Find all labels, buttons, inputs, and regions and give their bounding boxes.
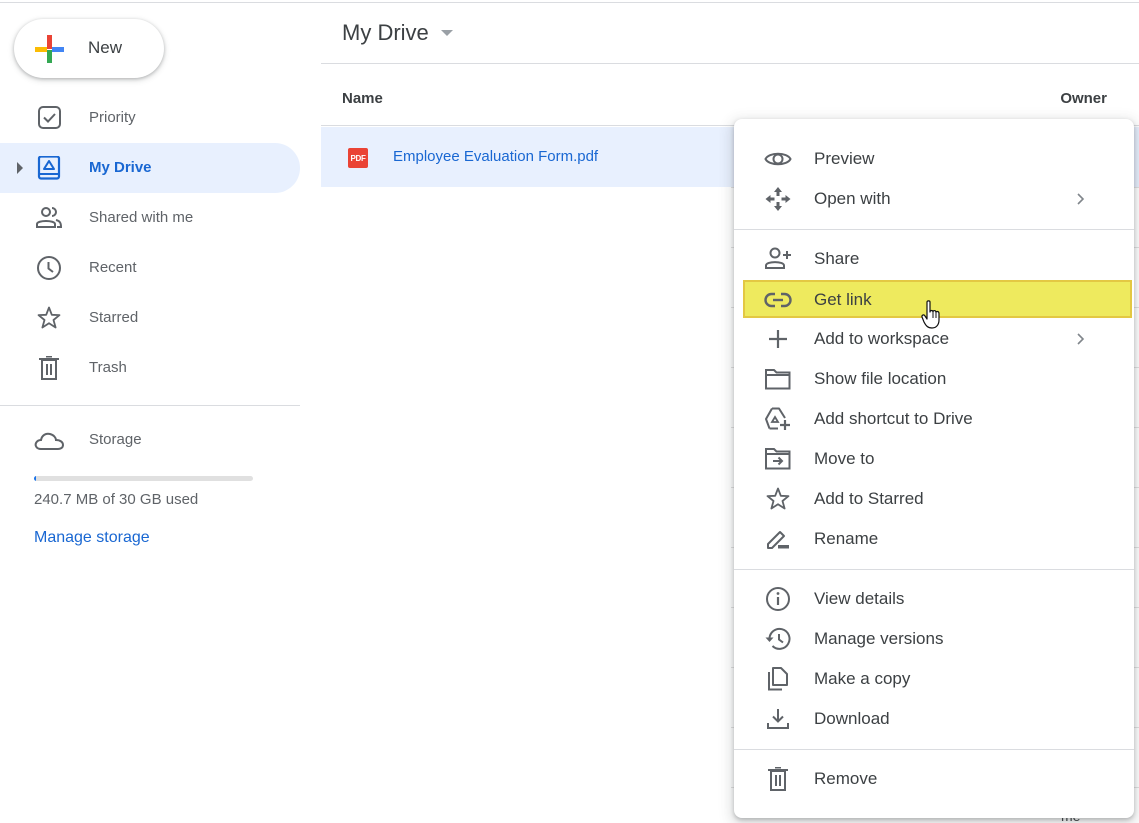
drive-shortcut-icon <box>765 407 790 430</box>
sidebar-divider <box>0 405 300 406</box>
trash-icon <box>39 356 59 380</box>
sidebar-item-my-drive[interactable]: My Drive <box>0 143 300 193</box>
column-header-name[interactable]: Name <box>342 90 383 107</box>
title-divider <box>321 63 1139 64</box>
star-icon <box>37 306 61 329</box>
menu-item-add-to-starred[interactable]: Add to Starred <box>734 479 1134 519</box>
link-icon <box>764 292 792 308</box>
menu-item-add-to-workspace[interactable]: Add to workspace <box>734 319 1134 359</box>
menu-item-rename[interactable]: Rename <box>734 519 1134 559</box>
storage-usage-bar <box>34 476 253 481</box>
shared-people-icon <box>36 207 63 228</box>
menu-item-label: Share <box>814 249 860 268</box>
menu-item-label: Manage versions <box>814 629 944 648</box>
menu-item-label: View details <box>814 589 905 608</box>
sidebar-item-label: Recent <box>89 259 137 276</box>
menu-divider <box>734 749 1134 750</box>
my-drive-title-dropdown[interactable]: My Drive <box>342 20 453 46</box>
sidebar-item-priority[interactable]: Priority <box>0 93 300 143</box>
menu-item-label: Move to <box>814 449 875 468</box>
history-icon <box>765 627 791 650</box>
menu-item-view-details[interactable]: View details <box>734 579 1134 619</box>
pdf-file-icon: PDF <box>348 148 368 168</box>
menu-item-label: Add to Starred <box>814 489 924 508</box>
sidebar-item-label: Trash <box>89 359 127 376</box>
sidebar-item-label: My Drive <box>89 159 152 176</box>
menu-item-label: Remove <box>814 769 878 788</box>
sidebar-nav: Priority My Drive Shared with me Recent … <box>0 93 300 393</box>
storage-usage-text: 240.7 MB of 30 GB used <box>34 491 199 508</box>
menu-item-manage-versions[interactable]: Manage versions <box>734 619 1134 659</box>
new-button[interactable]: New <box>14 19 164 78</box>
chevron-right-icon <box>1077 193 1085 205</box>
sidebar-item-label: Starred <box>89 309 139 326</box>
menu-item-preview[interactable]: Preview <box>734 139 1134 179</box>
sidebar-item-trash[interactable]: Trash <box>0 343 300 393</box>
menu-item-label: Add to workspace <box>814 329 950 348</box>
move-to-folder-icon <box>765 448 791 470</box>
sidebar-item-shared-with-me[interactable]: Shared with me <box>0 193 300 243</box>
menu-item-move-to[interactable]: Move to <box>734 439 1134 479</box>
sidebar-item-starred[interactable]: Starred <box>0 293 300 343</box>
menu-item-label: Add shortcut to Drive <box>814 409 973 428</box>
sidebar-item-storage[interactable]: Storage <box>0 420 300 460</box>
person-add-icon <box>765 247 791 269</box>
my-drive-icon <box>37 156 61 180</box>
storage-usage-fill <box>34 476 36 481</box>
page-title: My Drive <box>342 20 429 45</box>
menu-item-label: Preview <box>814 149 875 168</box>
chevron-right-icon <box>1077 333 1085 345</box>
eye-icon <box>764 152 792 166</box>
menu-item-add-shortcut[interactable]: Add shortcut to Drive <box>734 399 1134 439</box>
menu-divider <box>734 569 1134 570</box>
menu-item-open-with[interactable]: Open with <box>734 179 1134 219</box>
file-name: Employee Evaluation Form.pdf <box>393 148 599 165</box>
storage-label: Storage <box>89 431 142 448</box>
new-button-label: New <box>88 38 123 57</box>
star-icon <box>766 487 790 510</box>
menu-item-share[interactable]: Share <box>734 239 1134 279</box>
trash-icon <box>768 767 788 791</box>
menu-item-label: Open with <box>814 189 891 208</box>
open-with-arrows-icon <box>765 187 791 211</box>
column-header-owner[interactable]: Owner <box>1060 90 1107 107</box>
pencil-icon <box>767 531 789 549</box>
sidebar-item-recent[interactable]: Recent <box>0 243 300 293</box>
sidebar-item-label: Shared with me <box>89 209 194 226</box>
menu-item-label: Show file location <box>814 369 947 388</box>
copy-icon <box>768 667 788 691</box>
menu-divider <box>734 229 1134 230</box>
clock-icon <box>37 256 61 280</box>
menu-item-get-link[interactable]: Get link <box>743 280 1132 318</box>
google-drive-app: New Priority My Drive Shared with me Rec… <box>0 0 1139 823</box>
sidebar: New Priority My Drive Shared with me Rec… <box>0 0 300 823</box>
download-icon <box>767 709 789 729</box>
manage-storage-link[interactable]: Manage storage <box>34 529 150 547</box>
menu-item-label: Download <box>814 709 890 728</box>
dropdown-caret-icon <box>440 30 453 36</box>
cloud-icon <box>34 432 65 450</box>
priority-check-icon <box>38 106 61 129</box>
expand-caret-icon[interactable] <box>17 162 23 174</box>
menu-item-download[interactable]: Download <box>734 699 1134 739</box>
plus-icon <box>769 330 787 348</box>
menu-item-show-file-location[interactable]: Show file location <box>734 359 1134 399</box>
menu-item-label: Make a copy <box>814 669 911 688</box>
menu-item-label: Rename <box>814 529 879 548</box>
menu-item-label: Get link <box>814 290 872 309</box>
sidebar-item-label: Priority <box>89 109 136 126</box>
folder-icon <box>765 369 791 390</box>
menu-item-remove[interactable]: Remove <box>734 759 1134 799</box>
file-context-menu: Preview Open with Share Get link Add to … <box>734 119 1134 818</box>
plus-multicolor-icon <box>35 35 64 63</box>
menu-item-make-a-copy[interactable]: Make a copy <box>734 659 1134 699</box>
info-icon <box>766 587 790 611</box>
